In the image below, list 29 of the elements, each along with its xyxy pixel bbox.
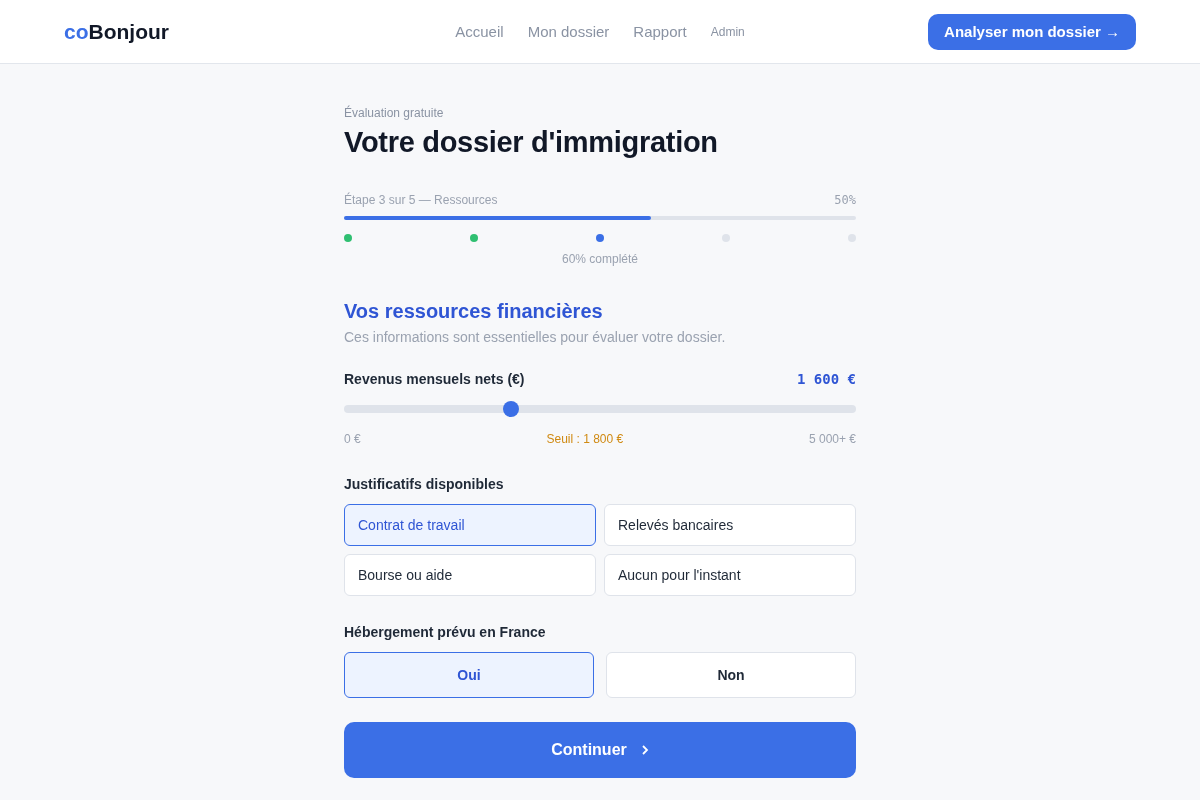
progress-caption: 60% complété (560, 252, 639, 266)
slider-thumb[interactable] (502, 401, 519, 417)
step-label: Étape 3 sur 5 — Ressources (344, 193, 498, 207)
progress-percent: 50% (834, 193, 856, 207)
income-label: Revenus mensuels nets (€) (344, 371, 525, 387)
housing-option[interactable]: Non (606, 652, 856, 698)
continue-button[interactable]: Continuer (344, 722, 856, 778)
nav-link[interactable]: Rapport (633, 23, 687, 40)
page-title: Votre dossier d'immigration (344, 126, 719, 159)
document-option[interactable]: Aucun pour l'instant (604, 554, 856, 596)
eyebrow-text: Évaluation gratuite (344, 106, 445, 120)
logo: coBonjour (64, 19, 169, 44)
section-subtitle: Ces informations sont essentielles pour évaluer votre dossier. (344, 329, 727, 345)
slider-min: 0 € (344, 432, 361, 446)
nav-link[interactable]: Admin (710, 24, 745, 39)
income-value: 1 600 € (797, 371, 856, 387)
chevron-right-icon (640, 744, 649, 756)
nav-link[interactable]: Mon dossier (527, 23, 610, 40)
housing-label: Hébergement prévu en France (344, 624, 547, 640)
section-title: Vos ressources financières (344, 300, 604, 323)
document-option[interactable]: Relevés bancaires (604, 504, 856, 546)
housing-option[interactable]: Oui (344, 652, 594, 698)
slider-max: 5 000+ € (808, 432, 856, 446)
analyze-button[interactable]: Analyser mon dossier → (928, 13, 1136, 50)
document-option[interactable]: Bourse ou aide (344, 554, 596, 596)
nav-link[interactable]: Accueil (455, 23, 504, 40)
threshold-label: Seuil : 1 800 € (546, 432, 624, 446)
document-option[interactable]: Contrat de travail (344, 504, 596, 546)
documents-label: Justificatifs disponibles (344, 476, 505, 492)
